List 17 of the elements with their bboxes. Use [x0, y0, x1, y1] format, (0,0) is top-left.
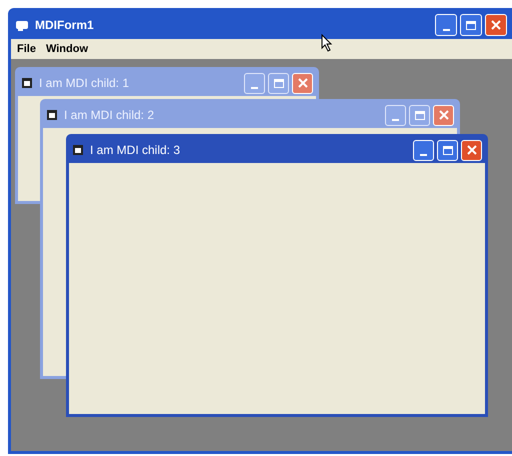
app-icon — [15, 19, 29, 31]
window-icon — [72, 144, 84, 156]
close-icon — [298, 78, 308, 88]
close-icon — [438, 110, 448, 120]
menu-item[interactable]: Window — [46, 40, 88, 58]
close-button[interactable] — [461, 140, 482, 160]
child-window-title: I am MDI child: 2 — [64, 107, 156, 124]
child-window-title: I am MDI child: 1 — [39, 75, 130, 92]
window-icon — [46, 109, 58, 121]
close-icon — [466, 145, 476, 155]
window-icon — [21, 77, 33, 89]
close-icon — [491, 20, 501, 30]
close-button[interactable] — [485, 14, 507, 36]
mouse-cursor-icon — [321, 34, 333, 52]
child-window-title: I am MDI child: 3 — [90, 142, 182, 159]
menu-item[interactable]: File — [17, 40, 36, 58]
window-title: MDIForm1 — [35, 17, 95, 34]
